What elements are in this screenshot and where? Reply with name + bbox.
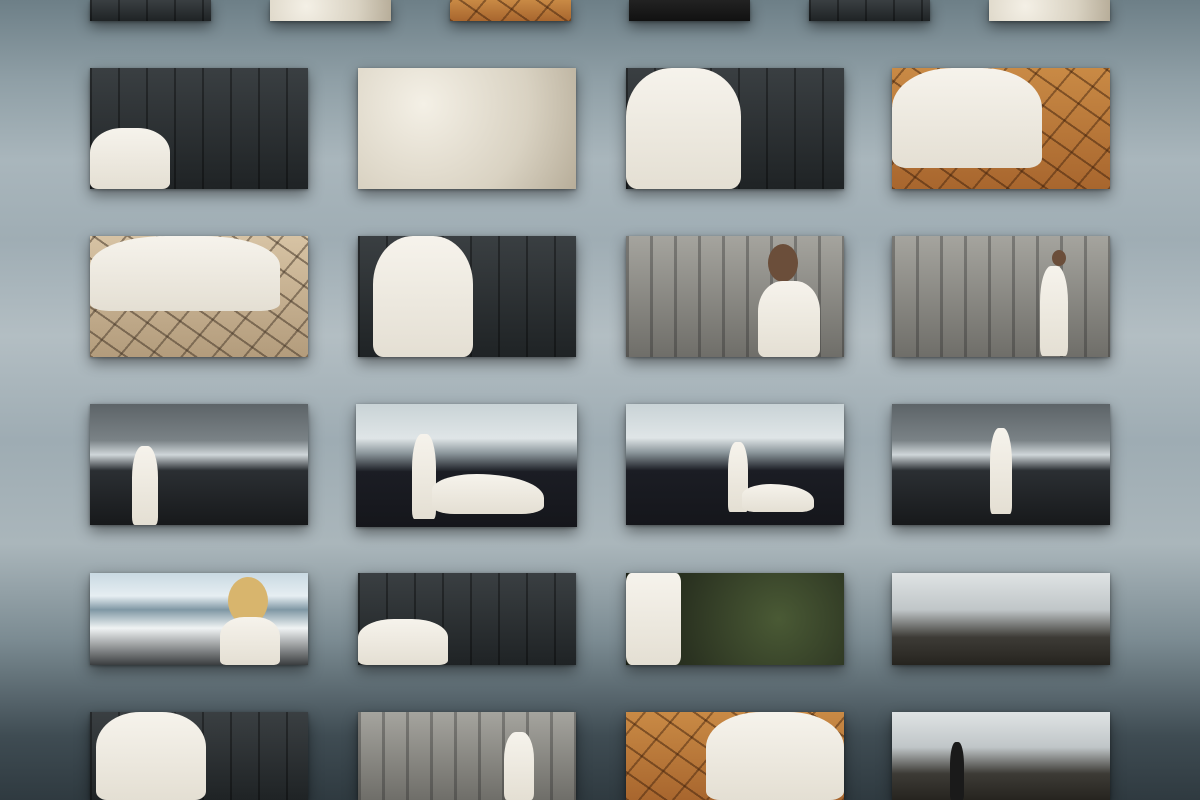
photo-caption [809, 0, 810, 1]
photo-caption [892, 573, 893, 574]
photo-caption [270, 0, 271, 1]
photo-caption [626, 573, 627, 574]
gallery-photo-r1-c3[interactable] [892, 68, 1110, 189]
gallery-photo-r5-c3[interactable] [892, 712, 1110, 800]
photo-caption [892, 68, 893, 69]
photo-caption [358, 236, 359, 237]
gallery-photo-r3-c0[interactable] [90, 404, 308, 525]
gallery-photo-r3-c1[interactable] [356, 404, 577, 527]
photo-caption [626, 712, 627, 713]
photo-caption [356, 404, 357, 405]
gallery-photo-r0-c2[interactable] [450, 0, 571, 21]
gallery-photo-r3-c2[interactable] [626, 404, 844, 525]
gallery-photo-r2-c3[interactable] [892, 236, 1110, 357]
gallery-photo-r5-c2[interactable] [626, 712, 844, 800]
photo-caption [629, 0, 630, 1]
photo-caption [989, 0, 990, 1]
photo-caption [90, 236, 91, 237]
photo-caption [626, 68, 627, 69]
photo-caption [358, 68, 359, 69]
photo-caption [358, 712, 359, 713]
gallery-photo-r3-c3[interactable] [892, 404, 1110, 525]
photo-caption [90, 573, 91, 574]
photo-caption [358, 573, 359, 574]
gallery-photo-r4-c1[interactable] [358, 573, 576, 665]
gallery-photo-r4-c3[interactable] [892, 573, 1110, 665]
gallery-photo-r0-c3[interactable] [629, 0, 750, 21]
gallery-photo-r4-c2[interactable] [626, 573, 844, 665]
gallery-photo-r5-c1[interactable] [358, 712, 576, 800]
photo-caption [626, 236, 627, 237]
photo-caption [90, 0, 91, 1]
photo-caption [626, 404, 627, 405]
gallery-photo-r2-c0[interactable] [90, 236, 308, 357]
gallery-photo-r0-c4[interactable] [809, 0, 930, 21]
photo-caption [450, 0, 451, 1]
photo-caption [90, 404, 91, 405]
photo-caption [892, 712, 893, 713]
photo-caption [892, 404, 893, 405]
photo-caption [90, 712, 91, 713]
photo-gallery [0, 0, 1200, 800]
gallery-photo-r5-c0[interactable] [90, 712, 308, 800]
gallery-photo-r1-c1[interactable] [358, 68, 576, 189]
gallery-photo-r1-c0[interactable] [90, 68, 308, 189]
photo-caption [90, 68, 91, 69]
gallery-photo-r0-c1[interactable] [270, 0, 391, 21]
photo-caption [892, 236, 893, 237]
gallery-photo-r0-c0[interactable] [90, 0, 211, 21]
gallery-photo-r2-c1[interactable] [358, 236, 576, 357]
gallery-photo-r4-c0[interactable] [90, 573, 308, 665]
gallery-photo-r1-c2[interactable] [626, 68, 844, 189]
gallery-photo-r2-c2[interactable] [626, 236, 844, 357]
gallery-photo-r0-c5[interactable] [989, 0, 1110, 21]
